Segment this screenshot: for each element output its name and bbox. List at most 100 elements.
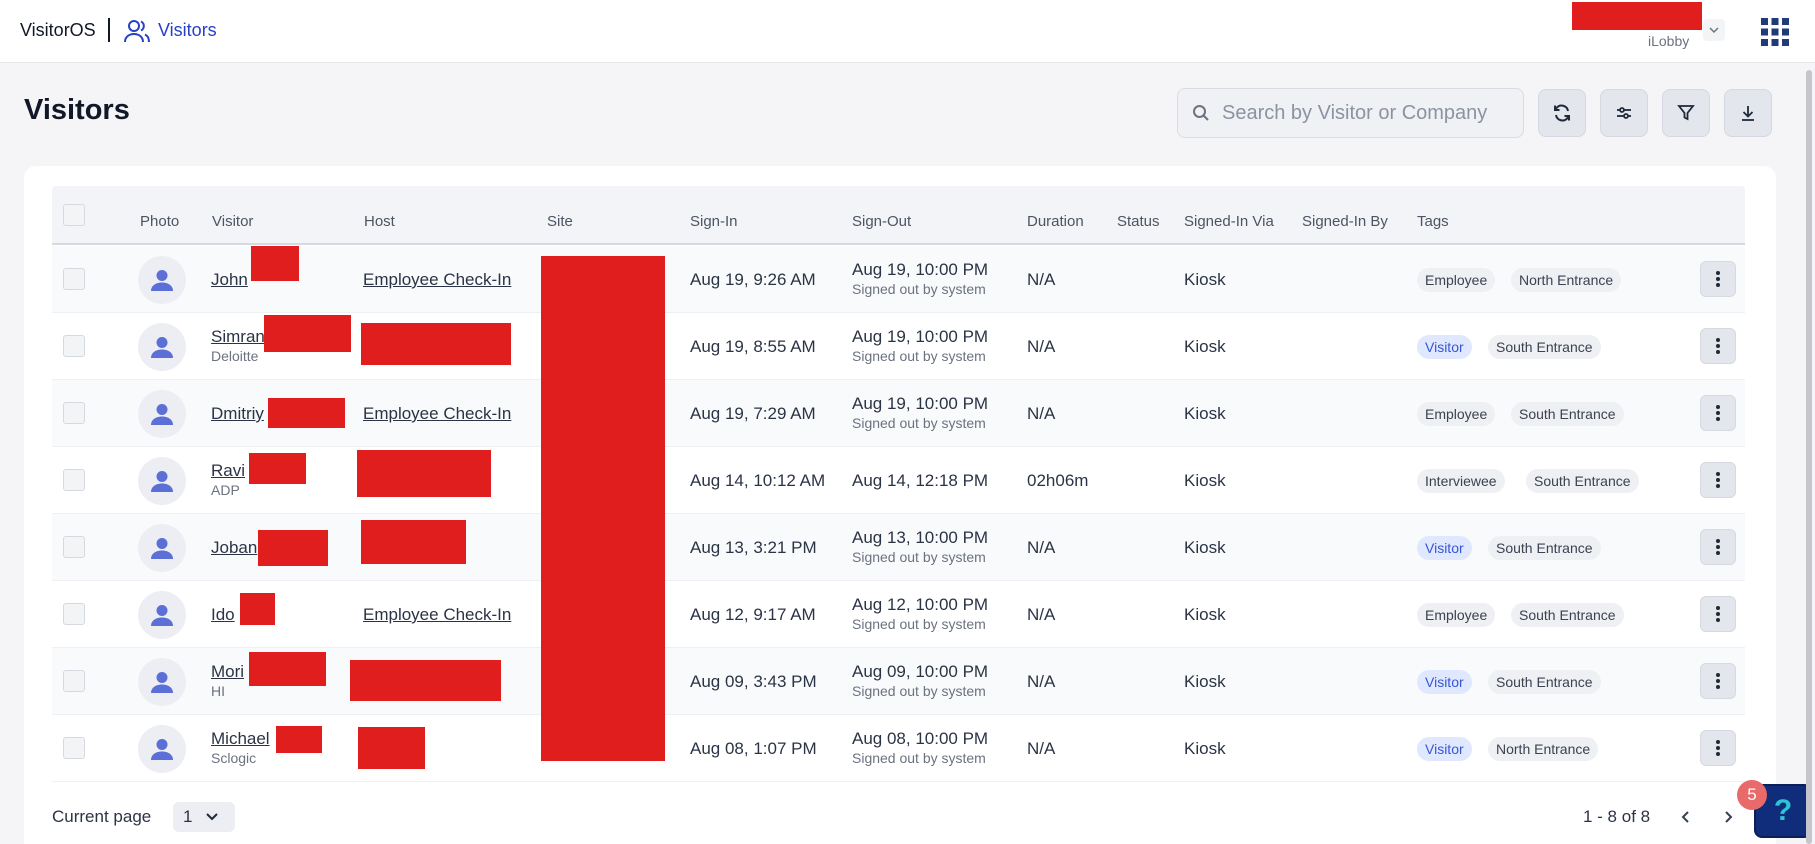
filter-button[interactable] (1662, 89, 1710, 137)
host-link[interactable]: Employee Check-In (363, 605, 511, 625)
pagination-range: 1 - 8 of 8 (1583, 807, 1651, 826)
row-checkbox[interactable] (63, 536, 85, 558)
page-scrollbar[interactable] (1806, 70, 1812, 844)
avatar (138, 256, 186, 304)
page-select[interactable]: 1 (173, 802, 235, 832)
brand-name[interactable]: VisitorOS (20, 20, 96, 41)
visitor-company: HI (211, 683, 225, 699)
visitor-name-link[interactable]: Mori (211, 662, 244, 682)
search-input[interactable] (1222, 97, 1512, 129)
sign-out-time: Aug 14, 12:18 PM (852, 471, 989, 490)
column-header-signed-in-via[interactable]: Signed-In Via (1184, 213, 1274, 230)
table-row[interactable]: Joban Aug 13, 3:21 PM Aug 13, 10:00 PM S… (52, 514, 1745, 581)
row-checkbox[interactable] (63, 737, 85, 759)
table-row[interactable]: Ravi ADP Aug 14, 10:12 AM Aug 14, 12:18 … (52, 447, 1745, 514)
download-button[interactable] (1724, 89, 1772, 137)
column-header-sign-out[interactable]: Sign-Out (852, 213, 911, 230)
column-header-visitor[interactable]: Visitor (212, 213, 253, 230)
person-icon (151, 337, 173, 358)
duration: N/A (1027, 605, 1056, 624)
tag-south-entrance: South Entrance (1488, 536, 1601, 560)
page-title: Visitors (24, 94, 130, 126)
table-row[interactable]: Ido Employee Check-In Aug 12, 9:17 AM Au… (52, 581, 1745, 648)
column-header-sign-in[interactable]: Sign-In (690, 213, 738, 230)
tag-north-entrance: North Entrance (1511, 268, 1622, 292)
visitor-surname-redacted (258, 530, 328, 566)
select-all-checkbox[interactable] (63, 204, 85, 226)
host-link[interactable]: Employee Check-In (363, 270, 511, 290)
column-header-photo[interactable]: Photo (140, 213, 179, 230)
table-row[interactable]: Michael Sclogic Aug 08, 1:07 PM Aug 08, … (52, 715, 1745, 782)
duration: 02h06m (1027, 471, 1089, 490)
visitor-name-link[interactable]: Ravi (211, 461, 245, 481)
visitor-name-link[interactable]: Michael (211, 729, 270, 749)
signed-in-via: Kiosk (1184, 337, 1226, 356)
signed-in-via: Kiosk (1184, 605, 1226, 624)
sign-in-time: Aug 19, 9:26 AM (690, 270, 816, 289)
tag-visitor: Visitor (1417, 670, 1472, 694)
table-row[interactable]: Simran Deloitte Aug 19, 8:55 AM Aug 19, … (52, 313, 1745, 380)
brand-divider (108, 18, 110, 42)
row-actions-button[interactable] (1700, 596, 1736, 632)
row-checkbox[interactable] (63, 670, 85, 692)
help-notification-badge: 5 (1737, 780, 1767, 810)
nav-section-title[interactable]: Visitors (158, 20, 217, 41)
sign-in-time: Aug 14, 10:12 AM (690, 471, 826, 490)
user-menu-toggle[interactable] (1703, 19, 1725, 41)
row-checkbox[interactable] (63, 335, 85, 357)
row-actions-button[interactable] (1700, 730, 1736, 766)
sign-out-time: Aug 19, 10:00 PM (852, 327, 989, 346)
row-checkbox[interactable] (63, 603, 85, 625)
more-vertical-icon (1716, 673, 1720, 689)
row-actions-button[interactable] (1700, 529, 1736, 565)
sign-in-time: Aug 09, 3:43 PM (690, 672, 817, 691)
refresh-button[interactable] (1538, 89, 1586, 137)
column-settings-button[interactable] (1600, 89, 1648, 137)
column-header-host[interactable]: Host (364, 213, 395, 230)
column-header-tags[interactable]: Tags (1417, 213, 1449, 230)
signed-in-via: Kiosk (1184, 404, 1226, 423)
column-header-status[interactable]: Status (1117, 213, 1160, 230)
sign-out-note: Signed out by system (852, 683, 986, 699)
row-actions-button[interactable] (1700, 395, 1736, 431)
signed-in-via: Kiosk (1184, 739, 1226, 758)
previous-page-button[interactable] (1673, 804, 1699, 830)
visitor-name-link[interactable]: Ido (211, 605, 235, 625)
visitor-name-link[interactable]: John (211, 270, 248, 290)
table-row[interactable]: Mori HI Aug 09, 3:43 PM Aug 09, 10:00 PM… (52, 648, 1745, 715)
visitor-surname-redacted (251, 246, 299, 281)
more-vertical-icon (1716, 271, 1720, 287)
visitor-surname-redacted (249, 453, 306, 484)
table-row[interactable]: Dmitriy Employee Check-In Aug 19, 7:29 A… (52, 380, 1745, 447)
more-vertical-icon (1716, 539, 1720, 555)
duration: N/A (1027, 672, 1056, 691)
tag-south-entrance: South Entrance (1526, 469, 1639, 493)
visitor-name-link[interactable]: Simran (211, 327, 265, 347)
row-checkbox[interactable] (63, 402, 85, 424)
apps-grid-icon[interactable] (1761, 18, 1789, 46)
tag-visitor: Visitor (1417, 737, 1472, 761)
row-actions-button[interactable] (1700, 328, 1736, 364)
row-checkbox[interactable] (63, 268, 85, 290)
row-checkbox[interactable] (63, 469, 85, 491)
sign-out-time: Aug 08, 10:00 PM (852, 729, 989, 748)
row-actions-button[interactable] (1700, 462, 1736, 498)
duration: N/A (1027, 739, 1056, 758)
search-box[interactable] (1177, 88, 1524, 138)
column-header-duration[interactable]: Duration (1027, 213, 1084, 230)
visitor-name-link[interactable]: Joban (211, 538, 257, 558)
column-header-site[interactable]: Site (547, 213, 573, 230)
host-link[interactable]: Employee Check-In (363, 404, 511, 424)
signed-in-via: Kiosk (1184, 471, 1226, 490)
next-page-button[interactable] (1715, 804, 1741, 830)
download-icon (1742, 106, 1754, 121)
row-actions-button[interactable] (1700, 663, 1736, 699)
visitor-company: ADP (211, 482, 240, 498)
sign-out-note: Signed out by system (852, 750, 986, 766)
visitor-name-link[interactable]: Dmitriy (211, 404, 264, 424)
duration: N/A (1027, 337, 1056, 356)
column-header-signed-in-by[interactable]: Signed-In By (1302, 213, 1388, 230)
row-actions-button[interactable] (1700, 261, 1736, 297)
visitor-company: Deloitte (211, 348, 259, 364)
table-row[interactable]: John Employee Check-In Aug 19, 9:26 AM A… (52, 246, 1745, 313)
